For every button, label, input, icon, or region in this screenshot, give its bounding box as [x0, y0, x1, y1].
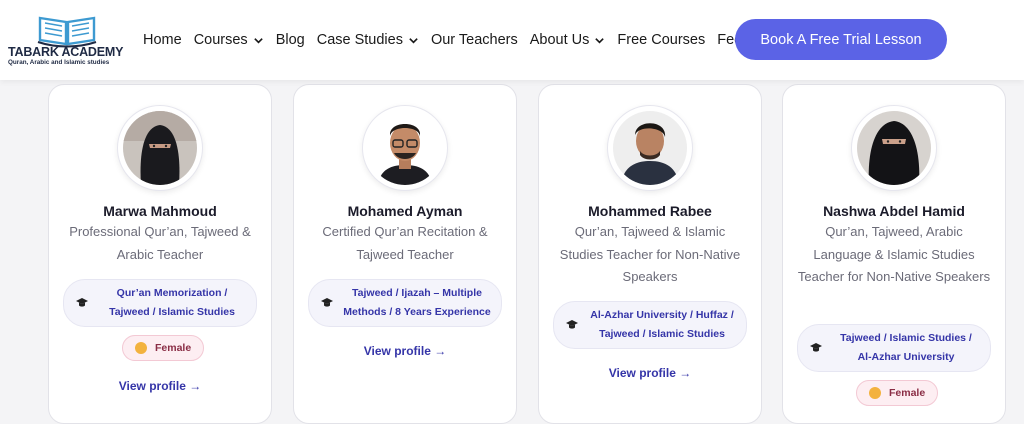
gender-badge: Female	[856, 380, 939, 406]
chevron-down-icon	[253, 37, 263, 44]
teacher-name: Mohammed Rabee	[588, 203, 712, 219]
young-man-avatar-icon	[613, 111, 687, 185]
veiled-woman-avatar-icon	[123, 111, 197, 185]
chevron-down-icon	[409, 37, 418, 44]
graduation-cap-icon	[76, 298, 88, 307]
nav-about-us-label: About Us	[529, 32, 590, 48]
gender-badge: Female	[122, 335, 205, 361]
nav-courses[interactable]: Courses	[194, 32, 264, 48]
main-nav: Home Courses Blog Case Studies Our Teach…	[143, 30, 762, 50]
specialty-badge: Qur’an Memorization / Tajweed / Islamic …	[63, 279, 257, 327]
teacher-title: Qur’an, Tajweed & Islamic Studies Teache…	[559, 224, 741, 284]
graduation-cap-icon	[810, 343, 822, 352]
graduation-cap-icon	[566, 320, 578, 329]
book-logo-icon	[37, 16, 97, 48]
nav-free-courses-label: Free Courses	[617, 32, 706, 48]
teacher-name: Mohamed Ayman	[347, 203, 463, 219]
specialty-badge: Al-Azhar University / Huffaz / Tajweed /…	[553, 301, 747, 349]
gender-label: Female	[889, 387, 926, 399]
teacher-card: Nashwa Abdel Hamid Qur’an, Tajweed, Arab…	[782, 84, 1006, 424]
nav-home[interactable]: Home	[143, 32, 182, 48]
specialty-text: Tajweed / Ijazah – Multiple Methods / 8 …	[343, 287, 491, 318]
nav-blog-label: Blog	[275, 32, 305, 48]
chevron-down-icon	[595, 37, 605, 44]
teacher-title: Professional Qur’an, Tajweed & Arabic Te…	[69, 224, 251, 262]
niqab-woman-avatar-icon	[857, 111, 931, 185]
avatar	[607, 105, 693, 191]
nav-courses-label: Courses	[193, 32, 248, 48]
logo-tagline: Quran, Arabic and Islamic studies	[8, 59, 110, 66]
specialty-badge: Tajweed / Ijazah – Multiple Methods / 8 …	[308, 279, 502, 327]
nav-our-teachers-label: Our Teachers	[430, 32, 518, 48]
woman-emoji-icon	[135, 342, 147, 354]
nav-home-label: Home	[143, 32, 182, 48]
nav-case-studies-label: Case Studies	[316, 32, 403, 48]
teacher-name: Marwa Mahmoud	[103, 203, 217, 219]
academy-logo[interactable]: TABARK ACADEMY Quran, Arabic and Islamic…	[8, 12, 126, 70]
teacher-name: Nashwa Abdel Hamid	[823, 203, 965, 219]
woman-emoji-icon	[869, 387, 881, 399]
nav-about-us[interactable]: About Us	[530, 32, 606, 48]
site-header: TABARK ACADEMY Quran, Arabic and Islamic…	[0, 0, 1024, 80]
nav-blog[interactable]: Blog	[276, 32, 305, 48]
teacher-title: Qur’an, Tajweed, Arabic Language & Islam…	[797, 224, 991, 284]
logo-title: TABARK ACADEMY	[8, 45, 124, 59]
teacher-card: Mohamed Ayman Certified Qur’an Recitatio…	[293, 84, 517, 424]
specialty-text: Qur’an Memorization / Tajweed / Islamic …	[109, 287, 235, 318]
teacher-card: Mohammed Rabee Qur’an, Tajweed & Islamic…	[538, 84, 762, 424]
teacher-card: Marwa Mahmoud Professional Qur’an, Tajwe…	[48, 84, 272, 424]
view-profile-link[interactable]: View profile →	[49, 379, 271, 393]
specialty-text: Al-Azhar University / Huffaz / Tajweed /…	[590, 309, 734, 340]
book-trial-button[interactable]: Book A Free Trial Lesson	[735, 19, 947, 60]
specialty-badge: Tajweed / Islamic Studies / Al-Azhar Uni…	[797, 324, 991, 372]
graduation-cap-icon	[321, 298, 333, 307]
avatar	[117, 105, 203, 191]
nav-our-teachers[interactable]: Our Teachers	[431, 32, 518, 48]
view-profile-link[interactable]: View profile →	[539, 366, 761, 380]
specialty-text: Tajweed / Islamic Studies / Al-Azhar Uni…	[840, 332, 972, 363]
nav-free-courses[interactable]: Free Courses	[617, 32, 705, 48]
avatar	[851, 105, 937, 191]
avatar	[362, 105, 448, 191]
view-profile-link[interactable]: View profile →	[294, 344, 516, 358]
gender-label: Female	[155, 342, 192, 354]
man-glasses-avatar-icon	[368, 111, 442, 185]
teacher-title: Certified Qur’an Recitation & Tajweed Te…	[322, 224, 488, 262]
nav-case-studies[interactable]: Case Studies	[317, 32, 419, 48]
